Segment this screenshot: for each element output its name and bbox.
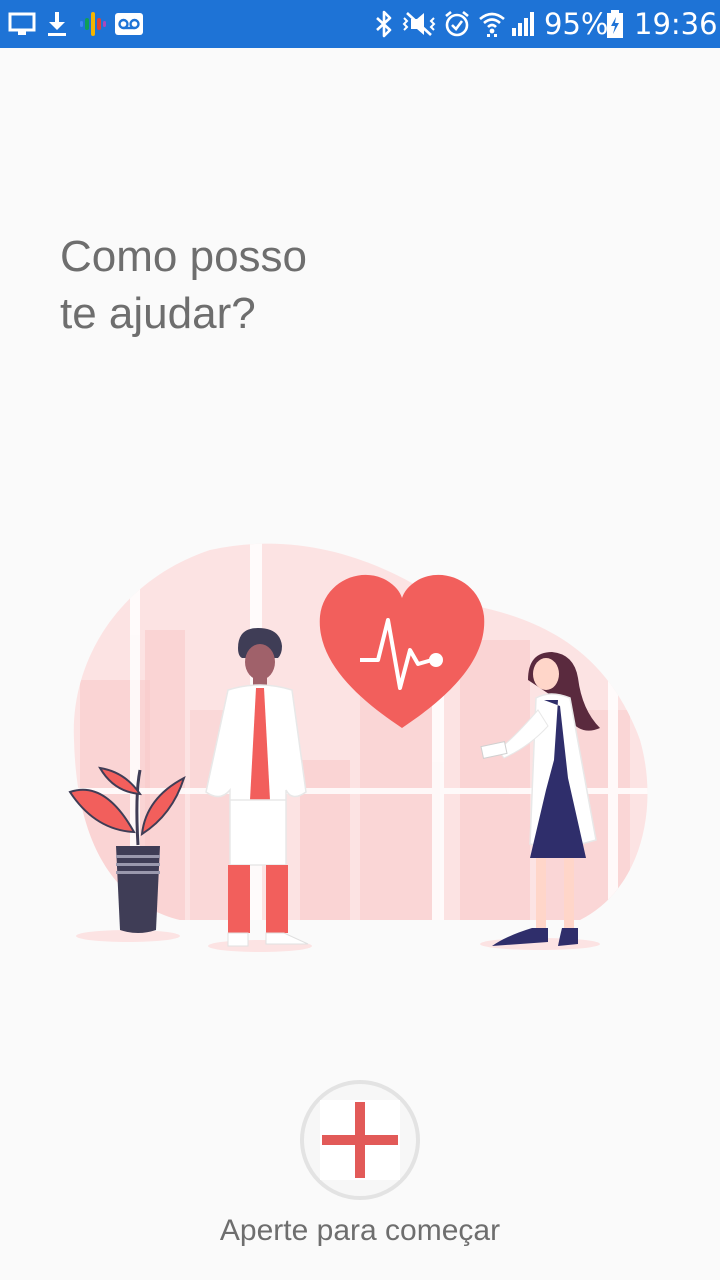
start-label: Aperte para começar	[219, 1214, 501, 1247]
voicemail-icon	[115, 10, 143, 38]
screen-cast-icon	[8, 10, 36, 38]
signal-icon	[510, 10, 538, 38]
page-title: Como posso te ajudar?	[60, 228, 460, 342]
doctors-illustration	[68, 543, 648, 952]
mute-icon	[400, 10, 438, 38]
headline-line-1: Como posso	[60, 232, 308, 281]
wifi-icon	[478, 10, 506, 38]
podcast-icon	[80, 10, 106, 38]
alarm-icon	[444, 10, 470, 38]
clock: 19:36	[634, 7, 718, 41]
bluetooth-icon	[373, 10, 395, 38]
download-icon	[46, 10, 68, 38]
start-button[interactable]	[300, 1080, 420, 1200]
status-bar: 95% 19:36	[0, 0, 720, 48]
battery-percent: 95%	[544, 7, 609, 41]
plus-icon	[320, 1100, 400, 1180]
headline-line-2: te ajudar?	[60, 289, 256, 338]
battery-charging-icon	[606, 10, 624, 38]
